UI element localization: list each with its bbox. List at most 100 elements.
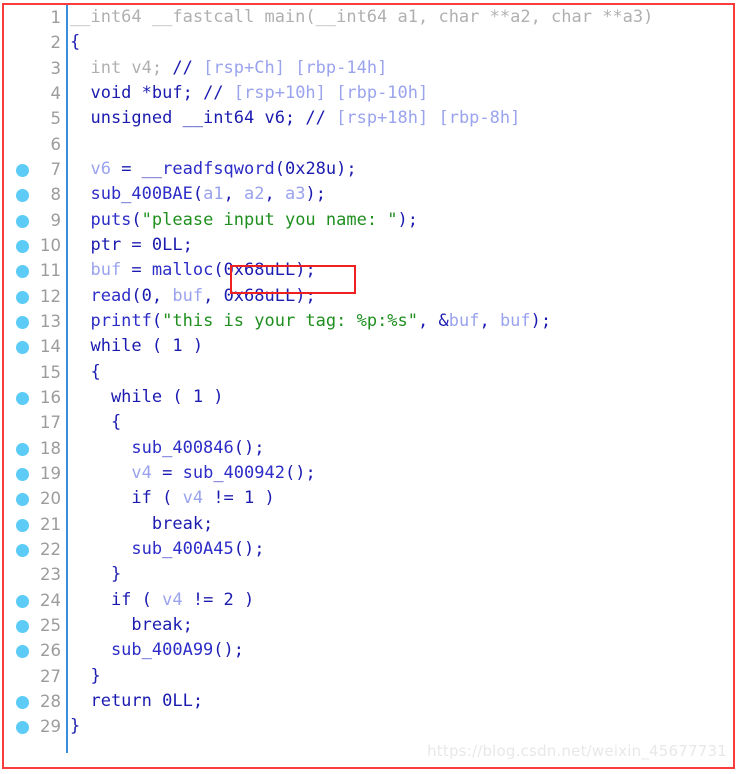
line-source-text[interactable]: sub_400846();	[70, 436, 264, 461]
line-number: 24	[40, 590, 61, 610]
line-number: 25	[40, 615, 61, 635]
token-kw: break;	[70, 513, 214, 534]
code-line[interactable]: 10 ptr = 0LL;	[4, 233, 733, 258]
token-fn: sub_400A99	[70, 640, 214, 661]
code-line[interactable]: 23 }	[4, 562, 733, 587]
code-line[interactable]: 7 v6 = __readfsqword(0x28u);	[4, 157, 733, 182]
line-source-text[interactable]: {	[70, 360, 100, 385]
token-kw: unsigned __int64 v6;	[70, 108, 306, 129]
code-line[interactable]: 13 printf("this is your tag: %p:%s", &bu…	[4, 309, 733, 334]
line-number: 7	[50, 159, 62, 179]
line-number: 14	[40, 337, 61, 357]
line-source-text[interactable]: int v4; // [rsp+Ch] [rbp-14h]	[70, 56, 387, 81]
token-kw: break;	[70, 614, 193, 635]
line-source-text[interactable]: printf("this is your tag: %p:%s", &buf, …	[70, 309, 551, 334]
line-source-text[interactable]: v6 = __readfsqword(0x28u);	[70, 157, 356, 182]
line-number: 16	[40, 387, 61, 407]
line-source-text[interactable]: break;	[70, 613, 193, 638]
token-kw: );	[397, 209, 419, 230]
token-kw: }	[70, 564, 122, 585]
line-number: 19	[40, 463, 61, 483]
line-number: 22	[40, 539, 61, 559]
line-number: 20	[40, 489, 61, 509]
code-line[interactable]: 14 while ( 1 )	[4, 334, 733, 359]
code-line[interactable]: 3 int v4; // [rsp+Ch] [rbp-14h]	[4, 56, 733, 81]
line-number: 21	[40, 514, 61, 534]
code-line[interactable]: 5 unsigned __int64 v6; // [rsp+18h] [rbp…	[4, 106, 733, 131]
line-source-text[interactable]: sub_400A45();	[70, 537, 264, 562]
token-cmtmark: //	[203, 82, 234, 103]
token-str: "this is your tag: %p:%s"	[162, 310, 419, 331]
line-source-text[interactable]: }	[70, 664, 101, 689]
code-line[interactable]: 26 sub_400A99();	[4, 638, 733, 663]
token-fn: sub_400BAE	[70, 184, 193, 205]
token-fn: printf	[70, 310, 152, 331]
line-source-text[interactable]: puts("please input you name: ");	[70, 208, 418, 233]
token-kw: , &	[418, 310, 449, 331]
line-source-text[interactable]: while ( 1 )	[70, 334, 203, 359]
line-number: 27	[40, 666, 61, 686]
line-source-text[interactable]: {	[70, 410, 121, 435]
code-line[interactable]: 29}	[4, 714, 733, 739]
token-kw: ();	[213, 640, 245, 661]
line-source-text[interactable]: unsigned __int64 v6; // [rsp+18h] [rbp-8…	[70, 106, 520, 131]
code-line[interactable]: 9 puts("please input you name: ");	[4, 208, 733, 233]
line-source-text[interactable]: sub_400BAE(a1, a2, a3);	[70, 182, 326, 207]
line-source-text[interactable]: if ( v4 != 2 )	[70, 588, 254, 613]
code-line[interactable]: 11 buf = malloc(0x68uLL);	[4, 258, 733, 283]
token-fn: sub_400A45	[70, 538, 234, 559]
code-line[interactable]: 21 break;	[4, 512, 733, 537]
code-line[interactable]: 16 while ( 1 )	[4, 385, 733, 410]
line-number: 13	[40, 311, 61, 331]
code-line[interactable]: 15 {	[4, 360, 733, 385]
token-kw: ptr = 0LL;	[70, 234, 193, 255]
line-source-text[interactable]: read(0, buf, 0x68uLL);	[70, 284, 315, 309]
line-source-text[interactable]: {	[70, 30, 80, 55]
token-str: "please input you name: "	[141, 209, 398, 230]
token-kw: }	[70, 665, 101, 686]
token-kw: != 1 )	[203, 488, 275, 509]
line-source-text[interactable]: sub_400A99();	[70, 638, 244, 663]
code-line[interactable]: 6	[4, 132, 733, 157]
code-line[interactable]: 19 v4 = sub_400942();	[4, 461, 733, 486]
code-line[interactable]: 4 void *buf; // [rsp+10h] [rbp-10h]	[4, 81, 733, 106]
code-line[interactable]: 25 break;	[4, 613, 733, 638]
code-line[interactable]: 18 sub_400846();	[4, 436, 733, 461]
line-source-text[interactable]: v4 = sub_400942();	[70, 461, 316, 486]
code-line[interactable]: 24 if ( v4 != 2 )	[4, 588, 733, 613]
code-line[interactable]: 22 sub_400A45();	[4, 537, 733, 562]
line-source-text[interactable]: __int64 __fastcall main(__int64 a1, char…	[70, 5, 653, 30]
token-kw: ,	[264, 184, 286, 205]
code-line[interactable]: 12 read(0, buf, 0x68uLL);	[4, 284, 733, 309]
code-line[interactable]: 28 return 0LL;	[4, 689, 733, 714]
line-source-text[interactable]: break;	[70, 512, 213, 537]
token-var: v4	[182, 488, 204, 509]
line-source-text[interactable]: return 0LL;	[70, 689, 203, 714]
line-source-text[interactable]: if ( v4 != 1 )	[70, 486, 275, 511]
token-var: v6	[70, 158, 122, 179]
line-source-text[interactable]: }	[70, 714, 80, 739]
code-line[interactable]: 17 {	[4, 410, 733, 435]
code-line[interactable]: 1 __int64 __fastcall main(__int64 a1, cha…	[4, 5, 733, 30]
code-line[interactable]: 2{	[4, 30, 733, 55]
line-number: 28	[40, 691, 61, 711]
pseudocode-code-area[interactable]: 1 __int64 __fastcall main(__int64 a1, cha…	[4, 5, 733, 767]
token-cmtmark: //	[172, 57, 204, 78]
code-line[interactable]: 20 if ( v4 != 1 )	[4, 486, 733, 511]
code-line[interactable]: 27 }	[4, 664, 733, 689]
token-cmt: [rsp+Ch] [rbp-14h]	[203, 57, 388, 78]
line-source-text[interactable]: }	[70, 562, 121, 587]
decompiler-pseudocode-window[interactable]: 1 __int64 __fastcall main(__int64 a1, cha…	[2, 3, 735, 769]
token-kw: if (	[70, 488, 183, 509]
code-line[interactable]: 8 sub_400BAE(a1, a2, a3);	[4, 182, 733, 207]
line-source-text[interactable]: while ( 1 )	[70, 385, 224, 410]
line-source-text[interactable]: buf = malloc(0x68uLL);	[70, 258, 315, 283]
line-source-text[interactable]: void *buf; // [rsp+10h] [rbp-10h]	[70, 81, 428, 106]
line-number: 1	[50, 8, 62, 27]
token-cmtmark: //	[305, 108, 337, 129]
token-kw: ();	[284, 462, 316, 483]
token-var: v4	[162, 589, 183, 610]
token-var: buf	[448, 310, 480, 331]
line-source-text[interactable]: ptr = 0LL;	[70, 233, 193, 258]
token-kw: {	[70, 32, 81, 53]
